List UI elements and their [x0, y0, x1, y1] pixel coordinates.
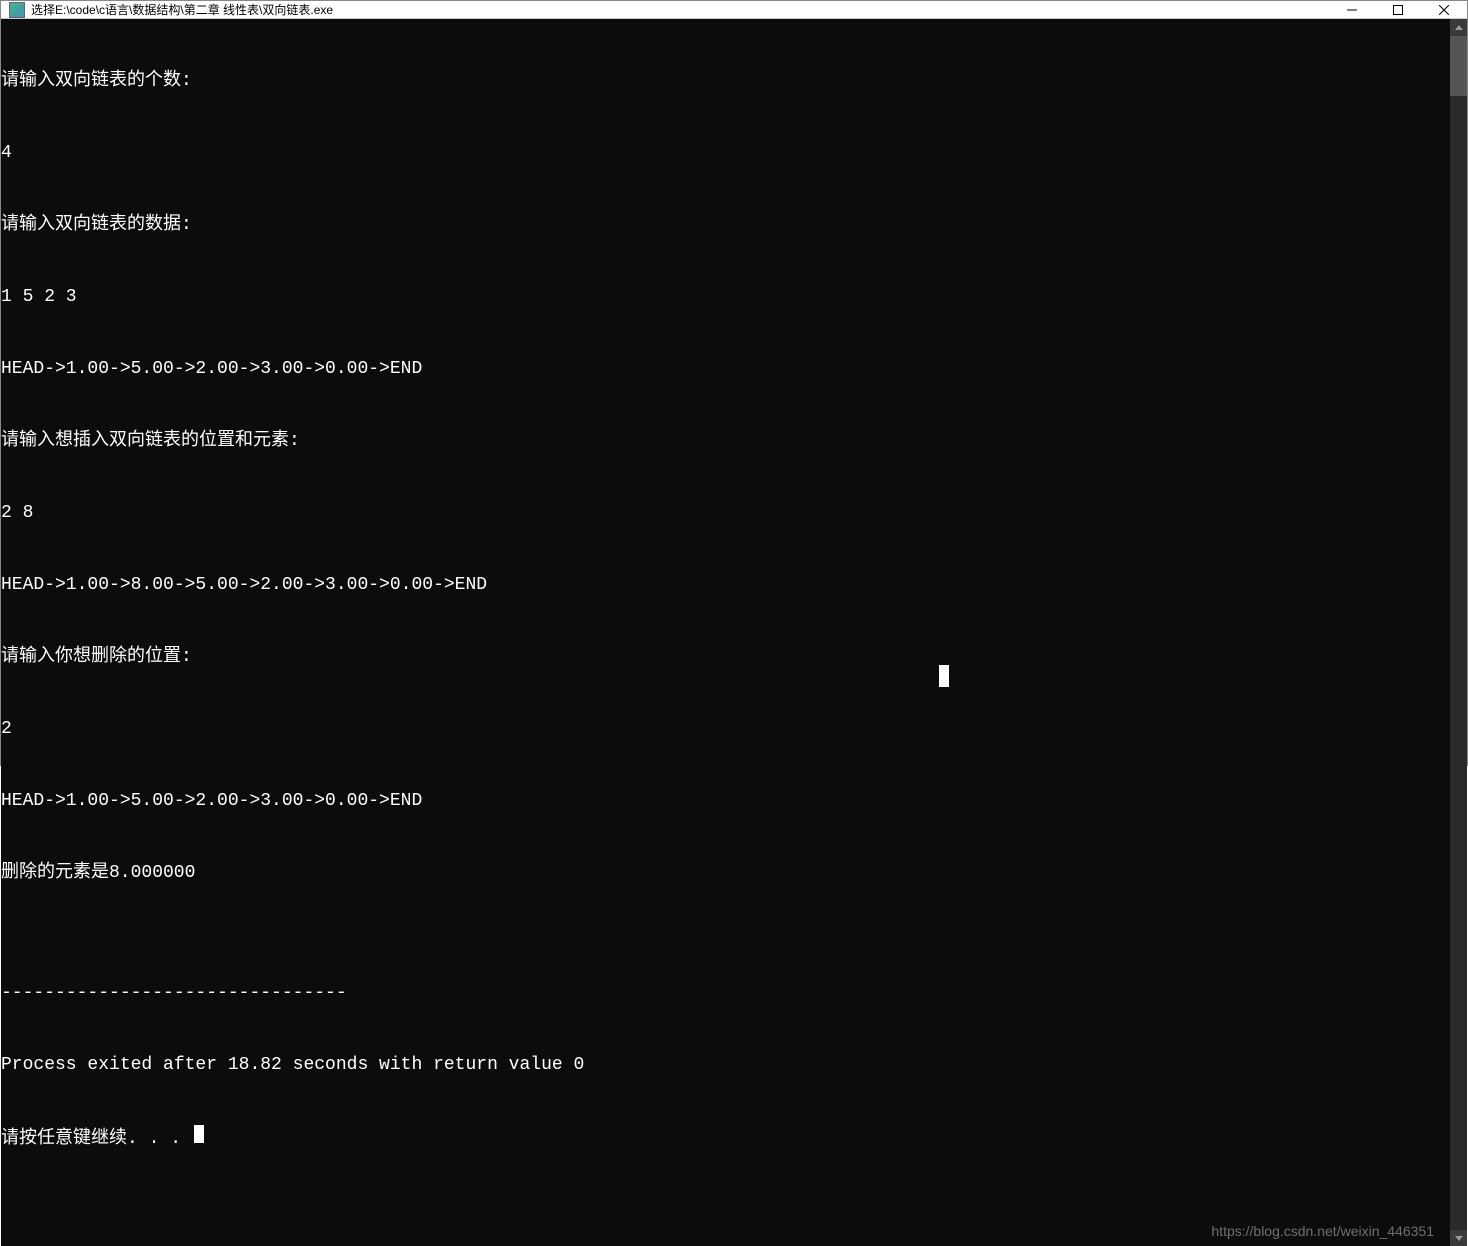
minimize-button[interactable] [1329, 1, 1375, 18]
console-line: 请输入双向链表的个数: [1, 69, 1450, 93]
window-controls [1329, 1, 1467, 18]
chevron-down-icon [1455, 1236, 1463, 1241]
vertical-scrollbar[interactable] [1450, 19, 1467, 1246]
console-output[interactable]: 请输入双向链表的个数: 4 请输入双向链表的数据: 1 5 2 3 HEAD->… [1, 19, 1450, 1246]
close-button[interactable] [1421, 1, 1467, 18]
scroll-down-button[interactable] [1450, 1230, 1467, 1246]
console-line: HEAD->1.00->5.00->2.00->3.00->0.00->END [1, 357, 1450, 381]
watermark-text: https://blog.csdn.net/weixin_446351 [1211, 1219, 1434, 1243]
console-line: 2 8 [1, 501, 1450, 525]
console-line: 1 5 2 3 [1, 285, 1450, 309]
console-line: 删除的元素是8.000000 [1, 861, 1450, 885]
console-line: HEAD->1.00->8.00->5.00->2.00->3.00->0.00… [1, 573, 1450, 597]
text-cursor [194, 1125, 204, 1143]
maximize-icon [1393, 5, 1403, 15]
titlebar[interactable]: 选择E:\code\c语言\数据结构\第二章 线性表\双向链表.exe [1, 1, 1467, 19]
console-prompt-line: 请按任意键继续. . . [1, 1125, 1450, 1151]
console-line: HEAD->1.00->5.00->2.00->3.00->0.00->END [1, 789, 1450, 813]
console-prompt-text: 请按任意键继续. . . [1, 1129, 192, 1149]
console-line: 请输入你想删除的位置: [1, 645, 1450, 669]
window-title: 选择E:\code\c语言\数据结构\第二章 线性表\双向链表.exe [31, 1, 1329, 18]
console-area: 请输入双向链表的个数: 4 请输入双向链表的数据: 1 5 2 3 HEAD->… [1, 19, 1467, 1246]
console-line: 请输入想插入双向链表的位置和元素: [1, 429, 1450, 453]
console-line: 请输入双向链表的数据: [1, 213, 1450, 237]
chevron-up-icon [1455, 25, 1463, 30]
close-icon [1439, 5, 1449, 15]
console-line: 4 [1, 141, 1450, 165]
scroll-thumb[interactable] [1450, 36, 1467, 96]
console-line: 2 [1, 717, 1450, 741]
minimize-icon [1347, 5, 1357, 15]
console-line: Process exited after 18.82 seconds with … [1, 1053, 1450, 1077]
scroll-up-button[interactable] [1450, 19, 1467, 36]
app-window: 选择E:\code\c语言\数据结构\第二章 线性表\双向链表.exe 请输入双… [0, 0, 1468, 766]
maximize-button[interactable] [1375, 1, 1421, 18]
app-icon [9, 2, 25, 18]
console-line: -------------------------------- [1, 981, 1450, 1005]
selection-cursor [939, 665, 949, 687]
